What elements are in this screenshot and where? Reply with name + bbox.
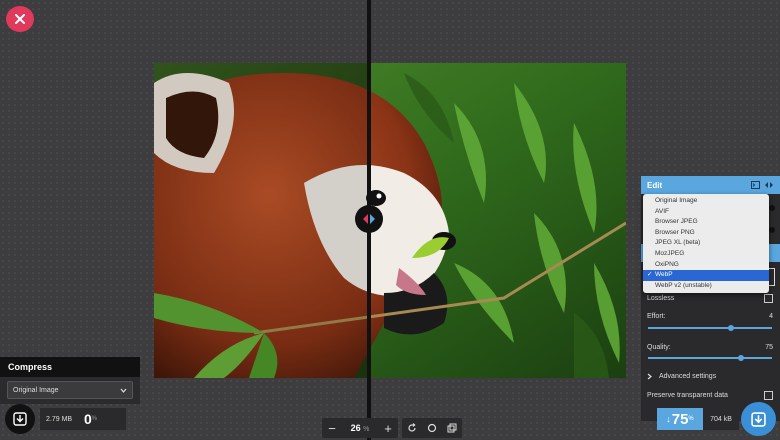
preserve-row: Preserve transparent data	[647, 391, 773, 400]
chevron-right-icon	[647, 373, 652, 380]
circle-icon	[427, 423, 437, 433]
format-option[interactable]: MozJPEG	[643, 249, 769, 260]
zoom-out-icon: −	[328, 420, 336, 436]
preserve-label: Preserve transparent data	[647, 392, 728, 399]
rotate-icon	[408, 423, 416, 432]
format-option-label: Original Image	[655, 197, 698, 204]
zoom-value: 26	[350, 423, 361, 433]
close-icon	[15, 14, 25, 24]
edit-header: Edit	[641, 176, 780, 194]
copy-icon	[447, 423, 457, 433]
size-change-percent: 0	[84, 411, 92, 427]
arrow-down-icon: ↓	[666, 414, 671, 424]
advanced-settings-label: Advanced settings	[659, 373, 717, 380]
reduction-value: 75	[671, 410, 689, 428]
quality-row: Quality: 75	[647, 344, 773, 351]
effort-label: Effort:	[647, 313, 666, 320]
percent-unit: %	[91, 416, 98, 422]
effort-row: Effort: 4	[647, 313, 773, 320]
format-option[interactable]: Browser PNG	[643, 228, 769, 239]
view-controls	[402, 418, 462, 438]
edit-title: Edit	[647, 180, 663, 190]
format-option[interactable]: WebP v2 (unstable)	[643, 281, 769, 292]
file-size-box: 2.79 MB 0%	[40, 408, 126, 430]
lossless-checkbox[interactable]	[764, 294, 773, 303]
output-size: 704 kB	[703, 408, 739, 430]
left-footer: 2.79 MB 0%	[5, 404, 126, 434]
format-option-label: WebP v2 (unstable)	[655, 281, 712, 289]
zoom-in-icon: +	[384, 420, 392, 436]
quality-value: 75	[765, 344, 773, 351]
zoom-toolbar: − 26 % +	[322, 418, 462, 438]
download-icon	[13, 412, 27, 426]
zoom-out-button[interactable]: −	[322, 418, 342, 438]
rotate-button[interactable]	[402, 418, 422, 438]
effort-value: 4	[769, 313, 773, 320]
reduction-badge: ↓ 75%	[657, 408, 703, 430]
zoom-controls: − 26 % +	[322, 418, 398, 438]
close-button[interactable]	[6, 6, 34, 32]
quality-label: Quality:	[647, 344, 671, 351]
terminal-icon[interactable]	[751, 181, 760, 189]
background-toggle-button[interactable]	[422, 418, 442, 438]
format-select[interactable]: Original Image	[7, 381, 133, 399]
lossless-label: Lossless	[647, 295, 675, 302]
split-arrows-icon	[363, 214, 375, 224]
lossless-row: Lossless	[647, 294, 773, 303]
quality-slider-knob[interactable]	[738, 355, 744, 361]
format-option-label: Browser JPEG	[655, 218, 698, 226]
swap-sides-icon[interactable]	[764, 181, 774, 189]
format-option-label: JPEG XL (beta)	[655, 239, 701, 247]
format-option[interactable]: OxiPNG	[643, 260, 769, 271]
format-dropdown[interactable]: Original Image AVIF Browser JPEG Browser PN…	[643, 194, 769, 294]
format-option[interactable]: AVIF	[643, 207, 769, 218]
quality-slider[interactable]	[648, 355, 772, 361]
side-by-side-button[interactable]	[442, 418, 462, 438]
download-button-right[interactable]	[741, 402, 776, 436]
format-option[interactable]: ✓ WebP	[643, 270, 769, 281]
format-option-label: OxiPNG	[655, 260, 679, 268]
format-option[interactable]: JPEG XL (beta)	[643, 238, 769, 249]
zoom-in-button[interactable]: +	[378, 418, 398, 438]
advanced-settings-toggle[interactable]: Advanced settings	[647, 373, 773, 380]
reduction-unit: %	[688, 416, 694, 422]
format-option[interactable]: Original Image	[643, 196, 769, 207]
preserve-checkbox[interactable]	[764, 391, 773, 400]
zoom-unit: %	[363, 426, 370, 433]
format-option-label: AVIF	[655, 207, 669, 215]
file-size: 2.79 MB	[46, 415, 73, 423]
right-footer: ↓ 75% 704 kB	[657, 408, 739, 430]
download-icon	[751, 411, 766, 427]
format-option-label: MozJPEG	[655, 249, 685, 257]
compress-panel-left: Compress Original Image	[0, 357, 140, 404]
effort-slider[interactable]	[648, 325, 772, 331]
format-option-label: Browser PNG	[655, 228, 695, 236]
format-select-value: Original Image	[13, 386, 59, 394]
panel-title: Compress	[0, 357, 140, 377]
chevron-down-icon	[120, 388, 127, 393]
format-option-label: WebP	[655, 271, 673, 279]
download-button-left[interactable]	[5, 404, 35, 434]
comparison-handle[interactable]	[355, 205, 383, 233]
check-icon: ✓	[647, 271, 653, 279]
preview-image	[154, 63, 626, 378]
panel-body: Original Image	[0, 377, 140, 404]
format-option[interactable]: Browser JPEG	[643, 217, 769, 228]
zoom-level[interactable]: 26 %	[342, 423, 378, 433]
